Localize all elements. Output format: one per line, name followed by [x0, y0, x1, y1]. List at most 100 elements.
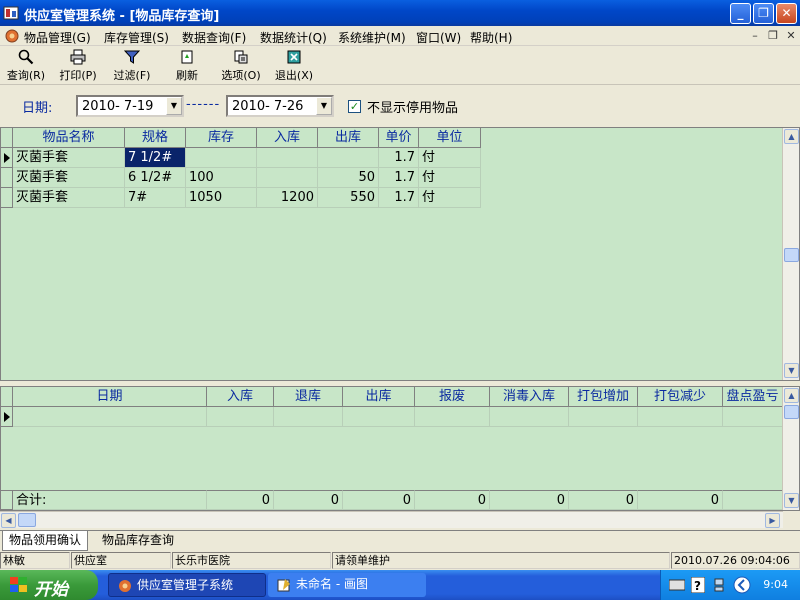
- table-cell[interactable]: [723, 407, 783, 427]
- help-icon[interactable]: ?: [691, 577, 705, 593]
- table-cell[interactable]: 50: [318, 168, 379, 188]
- network-icon[interactable]: [713, 577, 725, 593]
- scroll-right-icon[interactable]: ▶: [765, 513, 780, 528]
- column-header[interactable]: 单位: [419, 128, 481, 148]
- table-cell[interactable]: [318, 148, 379, 168]
- column-header[interactable]: 入库: [257, 128, 318, 148]
- taskbar-item-paint[interactable]: 未命名 - 画图: [268, 573, 426, 597]
- options-button[interactable]: 选项(O): [217, 49, 265, 83]
- start-button[interactable]: 开始: [0, 570, 98, 600]
- column-header[interactable]: 日期: [13, 387, 207, 407]
- table-cell[interactable]: 灭菌手套: [13, 188, 125, 208]
- column-header[interactable]: 规格: [125, 128, 186, 148]
- mdi-minimize-button[interactable]: –: [748, 29, 762, 43]
- row-indicator[interactable]: [1, 148, 13, 168]
- column-header[interactable]: 退库: [274, 387, 343, 407]
- chevron-down-icon[interactable]: ▼: [166, 97, 182, 115]
- table-cell[interactable]: [569, 407, 638, 427]
- scroll-up-icon[interactable]: ▲: [784, 388, 799, 403]
- mdi-close-button[interactable]: ✕: [784, 29, 798, 43]
- tab-stock-query[interactable]: 物品库存查询: [96, 531, 180, 551]
- column-header[interactable]: 出库: [343, 387, 415, 407]
- table-cell[interactable]: [257, 168, 318, 188]
- menu-item-statistics[interactable]: 数据统计(Q): [260, 29, 327, 46]
- table-cell[interactable]: [257, 148, 318, 168]
- hide-disabled-checkbox[interactable]: ✓: [348, 100, 361, 113]
- table-cell[interactable]: 付: [419, 168, 481, 188]
- table-cell[interactable]: 1.7: [379, 148, 419, 168]
- menu-item-goods[interactable]: 物品管理(G): [24, 29, 91, 46]
- vertical-scrollbar[interactable]: ▲ ▼: [782, 128, 799, 380]
- column-header[interactable]: 出库: [318, 128, 379, 148]
- tab-goods-confirm[interactable]: 物品领用确认: [2, 531, 89, 551]
- table-cell[interactable]: [274, 407, 343, 427]
- query-button[interactable]: 查询(R): [2, 49, 50, 83]
- table-cell[interactable]: 付: [419, 148, 481, 168]
- table-cell[interactable]: 7#: [125, 188, 186, 208]
- menu-item-query[interactable]: 数据查询(F): [182, 29, 246, 46]
- column-header[interactable]: 单价: [379, 128, 419, 148]
- menu-item-system[interactable]: 系统维护(M): [338, 29, 406, 46]
- taskbar-item-supply-system[interactable]: 供应室管理子系统: [108, 573, 266, 597]
- refresh-button[interactable]: 刷新: [163, 49, 211, 83]
- keyboard-icon[interactable]: [669, 578, 685, 592]
- column-header[interactable]: 打包增加: [569, 387, 638, 407]
- table-cell[interactable]: 1200: [257, 188, 318, 208]
- scroll-down-icon[interactable]: ▼: [784, 493, 799, 508]
- table-cell[interactable]: 550: [318, 188, 379, 208]
- chevron-down-icon[interactable]: ▼: [316, 97, 332, 115]
- table-cell[interactable]: 1.7: [379, 168, 419, 188]
- filter-button[interactable]: 过滤(F): [108, 49, 156, 83]
- table-cell[interactable]: 付: [419, 188, 481, 208]
- horizontal-scrollbar[interactable]: ◀ ▶: [0, 511, 783, 528]
- row-indicator[interactable]: [1, 168, 13, 188]
- column-header[interactable]: 库存: [186, 128, 257, 148]
- table-cell[interactable]: 灭菌手套: [13, 148, 125, 168]
- table-cell[interactable]: [343, 407, 415, 427]
- scroll-thumb[interactable]: [784, 405, 799, 419]
- minimize-button[interactable]: _: [730, 3, 751, 24]
- table-cell[interactable]: [638, 407, 723, 427]
- exit-button[interactable]: 退出(X): [270, 49, 318, 83]
- table-cell[interactable]: [186, 148, 257, 168]
- column-header[interactable]: 盘点盈亏: [723, 387, 783, 407]
- scroll-left-icon[interactable]: ◀: [1, 513, 16, 528]
- row-indicator[interactable]: [1, 188, 13, 208]
- maximize-button[interactable]: ❐: [753, 3, 774, 24]
- back-arrow-icon[interactable]: [733, 576, 751, 594]
- table-cell[interactable]: [13, 407, 207, 427]
- table-cell[interactable]: 1050: [186, 188, 257, 208]
- menu-item-stock[interactable]: 库存管理(S): [104, 29, 169, 46]
- table-cell[interactable]: [490, 407, 569, 427]
- end-date-picker[interactable]: 2010- 7-26 ▼: [226, 95, 334, 117]
- close-button[interactable]: ✕: [776, 3, 797, 24]
- vertical-scrollbar[interactable]: ▲ ▼: [782, 387, 799, 510]
- menu-item-window[interactable]: 窗口(W): [416, 29, 461, 46]
- table-cell[interactable]: [415, 407, 490, 427]
- column-header[interactable]: 消毒入库: [490, 387, 569, 407]
- table-cell[interactable]: [207, 407, 274, 427]
- detail-grid[interactable]: 日期 入库 退库 出库 报废 消毒入库 打包增加 打包减少 盘点盈亏 合计: 0…: [0, 386, 800, 511]
- start-date-picker[interactable]: 2010- 7-19 ▼: [76, 95, 184, 117]
- table-cell[interactable]: 1.7: [379, 188, 419, 208]
- mdi-restore-button[interactable]: ❐: [766, 29, 780, 43]
- table-cell-selected[interactable]: 7 1/2#: [125, 148, 186, 168]
- scroll-down-icon[interactable]: ▼: [784, 363, 799, 378]
- scroll-thumb[interactable]: [18, 513, 36, 527]
- table-cell[interactable]: 灭菌手套: [13, 168, 125, 188]
- column-header[interactable]: 物品名称: [13, 128, 125, 148]
- row-indicator[interactable]: [1, 407, 13, 427]
- column-header[interactable]: 入库: [207, 387, 274, 407]
- print-button[interactable]: 打印(P): [54, 49, 102, 83]
- table-cell[interactable]: 100: [186, 168, 257, 188]
- scroll-thumb[interactable]: [784, 248, 799, 262]
- scroll-up-icon[interactable]: ▲: [784, 129, 799, 144]
- funnel-icon: [124, 50, 140, 64]
- column-header[interactable]: 打包减少: [638, 387, 723, 407]
- table-cell[interactable]: 6 1/2#: [125, 168, 186, 188]
- menu-item-help[interactable]: 帮助(H): [470, 29, 512, 46]
- stock-grid[interactable]: 物品名称 规格 库存 入库 出库 单价 单位 灭菌手套 7 1/2# 1.7 付…: [0, 127, 800, 381]
- column-header[interactable]: 报废: [415, 387, 490, 407]
- total-value: 0: [207, 490, 274, 510]
- mdi-document-icon[interactable]: [4, 28, 20, 44]
